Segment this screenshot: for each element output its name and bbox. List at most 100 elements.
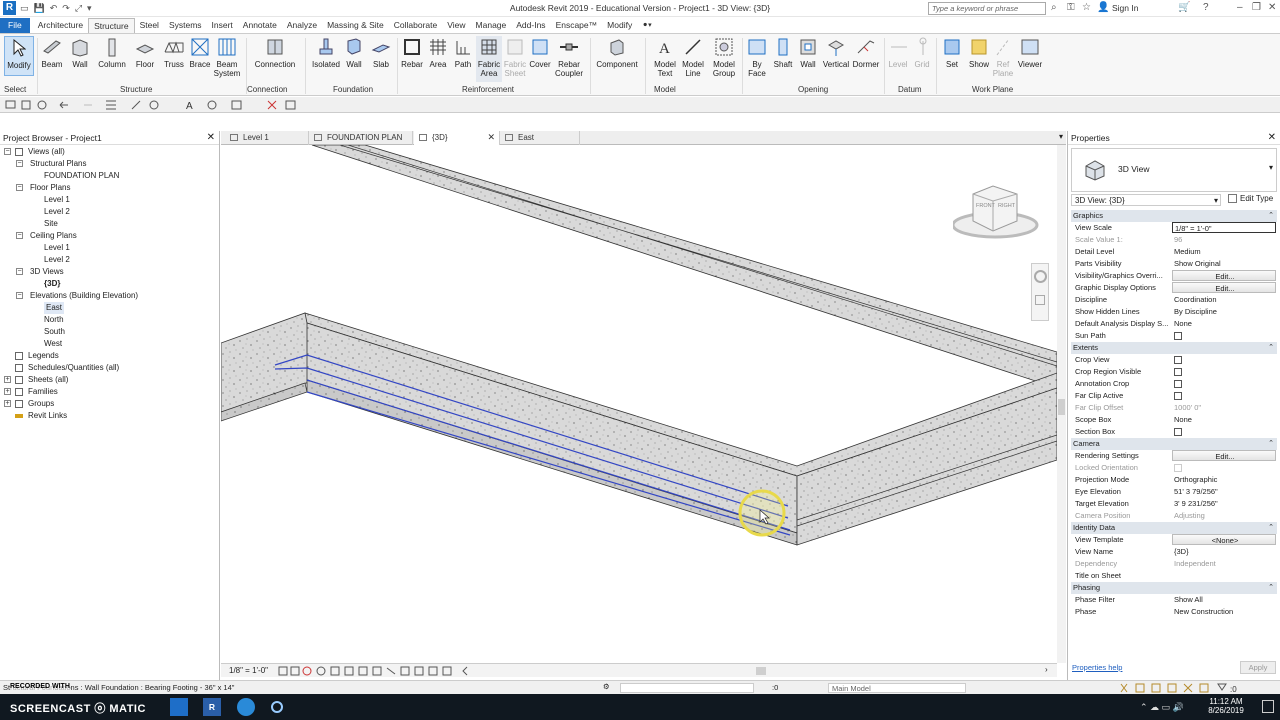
maximize-icon[interactable]: ❐ bbox=[1252, 2, 1261, 13]
view-tab[interactable]: {3D} ✕ bbox=[414, 131, 500, 145]
collapse-icon[interactable]: − bbox=[16, 268, 23, 275]
steering-wheel-icon[interactable] bbox=[1034, 270, 1047, 283]
browser-item[interactable]: −3D Views bbox=[0, 266, 219, 278]
menu-tab-architecture[interactable]: Architecture bbox=[33, 18, 88, 33]
viewer-button[interactable]: Viewer bbox=[1016, 36, 1044, 82]
browser-item[interactable]: − Ceiling Plans bbox=[0, 230, 219, 242]
cover-button[interactable]: Cover bbox=[529, 36, 551, 82]
selection-filter-icons[interactable]: :0 bbox=[1118, 682, 1278, 694]
property-value[interactable]: By Discipline bbox=[1172, 306, 1276, 317]
property-value[interactable] bbox=[1172, 570, 1276, 581]
opening-wall-button[interactable]: Wall bbox=[797, 36, 819, 82]
property-checkbox[interactable] bbox=[1174, 332, 1182, 340]
help-icon[interactable]: ? bbox=[1203, 2, 1209, 13]
panel-reinforcement[interactable]: Reinforcement bbox=[462, 85, 514, 94]
property-value[interactable]: None bbox=[1172, 318, 1276, 329]
browser-item[interactable]: Level 2 bbox=[0, 206, 219, 218]
collapse-group-icon[interactable]: ⌃ bbox=[1268, 210, 1274, 222]
tab-list-dropdown-icon[interactable]: ▾ bbox=[1059, 132, 1063, 141]
viewcube-right[interactable]: RIGHT bbox=[998, 203, 1015, 209]
collapse-group-icon[interactable]: ⌃ bbox=[1268, 342, 1274, 354]
property-value[interactable]: Show All bbox=[1172, 594, 1276, 605]
property-group-header[interactable]: Camera ⌃ bbox=[1071, 438, 1277, 450]
show-button[interactable]: Show bbox=[967, 36, 991, 82]
browser-item[interactable]: Schedules/Quantities (all) bbox=[0, 362, 219, 374]
column-button[interactable]: Column bbox=[96, 36, 128, 82]
property-group-header[interactable]: Graphics ⌃ bbox=[1071, 210, 1277, 222]
horizontal-scroll-thumb[interactable] bbox=[756, 667, 766, 675]
scroll-thumb[interactable] bbox=[1058, 399, 1065, 415]
modify-button[interactable]: Modify bbox=[4, 36, 34, 76]
zoom-icon[interactable] bbox=[1035, 295, 1045, 305]
wall-button[interactable]: Wall bbox=[67, 36, 93, 82]
view-tab[interactable]: Level 1 bbox=[225, 131, 309, 145]
foundation-3d-model[interactable] bbox=[221, 145, 1057, 663]
grid-button[interactable]: Grid bbox=[912, 36, 932, 82]
menu-tab-collaborate[interactable]: Collaborate bbox=[389, 18, 442, 33]
property-edit-button[interactable]: Edit... bbox=[1172, 282, 1276, 293]
property-group-header[interactable]: Identity Data ⌃ bbox=[1071, 522, 1277, 534]
brace-button[interactable]: Brace bbox=[188, 36, 212, 82]
property-value[interactable]: 1/8" = 1'-0" bbox=[1172, 222, 1276, 233]
browser-item[interactable]: − Views (all) bbox=[0, 146, 219, 158]
property-value[interactable]: 51' 3 79/256" bbox=[1172, 486, 1276, 497]
browser-item[interactable]: South bbox=[0, 326, 219, 338]
property-checkbox[interactable] bbox=[1174, 392, 1182, 400]
property-checkbox[interactable] bbox=[1174, 356, 1182, 364]
foundation-wall-button[interactable]: Wall bbox=[343, 36, 365, 82]
fabric-area-button[interactable]: Fabric Area bbox=[476, 36, 502, 82]
floor-button[interactable]: Floor bbox=[131, 36, 159, 82]
menu-tab-annotate[interactable]: Annotate bbox=[238, 18, 282, 33]
property-value[interactable]: New Construction bbox=[1172, 606, 1276, 617]
property-edit-button[interactable]: <None> bbox=[1172, 534, 1276, 545]
property-group-header[interactable]: Phasing ⌃ bbox=[1071, 582, 1277, 594]
3d-viewport[interactable]: FRONT RIGHT bbox=[221, 145, 1057, 663]
browser-item[interactable]: Level 2 bbox=[0, 254, 219, 266]
close-icon[interactable]: ✕ bbox=[207, 132, 215, 143]
close-icon[interactable]: ✕ bbox=[1268, 132, 1276, 143]
truss-button[interactable]: Truss bbox=[161, 36, 187, 82]
property-value[interactable]: Show Original bbox=[1172, 258, 1276, 269]
browser-item[interactable]: Site bbox=[0, 218, 219, 230]
property-checkbox[interactable] bbox=[1174, 368, 1182, 376]
collapse-icon[interactable]: − bbox=[16, 232, 23, 239]
close-icon[interactable]: ✕ bbox=[1268, 2, 1276, 13]
browser-item[interactable]: Revit Links bbox=[0, 410, 219, 422]
view-scale-value[interactable]: 1/8" = 1'-0" bbox=[229, 666, 268, 675]
browser-item[interactable]: − Floor Plans bbox=[0, 182, 219, 194]
property-value[interactable]: Orthographic bbox=[1172, 474, 1276, 485]
model-line-button[interactable]: Model Line bbox=[680, 36, 706, 82]
view-control-icons[interactable] bbox=[277, 665, 477, 677]
browser-item[interactable]: − Elevations (Building Elevation) bbox=[0, 290, 219, 302]
browser-item[interactable]: − Structural Plans bbox=[0, 158, 219, 170]
quick-tools-icons[interactable]: A bbox=[0, 97, 320, 113]
by-face-button[interactable]: By Face bbox=[746, 36, 768, 82]
dormer-button[interactable]: Dormer bbox=[852, 36, 880, 82]
vertical-scrollbar[interactable] bbox=[1057, 145, 1066, 663]
expand-icon[interactable]: + bbox=[4, 388, 11, 395]
area-button[interactable]: Area bbox=[427, 36, 449, 82]
view-tab[interactable]: East bbox=[500, 131, 580, 145]
browser-item[interactable]: West bbox=[0, 338, 219, 350]
model-group-button[interactable]: Model Group bbox=[709, 36, 739, 82]
menu-tab-massing-site[interactable]: Massing & Site bbox=[322, 18, 389, 33]
person-icon[interactable]: 👤 bbox=[1097, 2, 1109, 13]
model-text-button[interactable]: A Model Text bbox=[651, 36, 679, 82]
collapse-group-icon[interactable]: ⌃ bbox=[1268, 438, 1274, 450]
outlook-icon[interactable] bbox=[170, 698, 188, 716]
search-input[interactable]: Type a keyword or phrase bbox=[928, 2, 1046, 15]
browser-item[interactable]: North bbox=[0, 314, 219, 326]
edit-type-button[interactable]: Edit Type bbox=[1228, 194, 1273, 204]
browser-item[interactable]: East bbox=[0, 302, 219, 314]
set-button[interactable]: Set bbox=[941, 36, 963, 82]
property-group-header[interactable]: Extents ⌃ bbox=[1071, 342, 1277, 354]
browser-item[interactable]: Level 1 bbox=[0, 242, 219, 254]
isolated-button[interactable]: Isolated bbox=[310, 36, 342, 82]
fabric-sheet-button[interactable]: Fabric Sheet bbox=[502, 36, 528, 82]
view-tab[interactable]: FOUNDATION PLAN bbox=[309, 131, 413, 145]
chevron-down-icon[interactable]: ▾ bbox=[1269, 163, 1273, 172]
rebar-coupler-button[interactable]: Rebar Coupler bbox=[553, 36, 585, 82]
property-value[interactable]: Coordination bbox=[1172, 294, 1276, 305]
record-icon[interactable] bbox=[271, 701, 283, 713]
binoculars-icon[interactable]: ⌕ bbox=[1051, 2, 1057, 13]
